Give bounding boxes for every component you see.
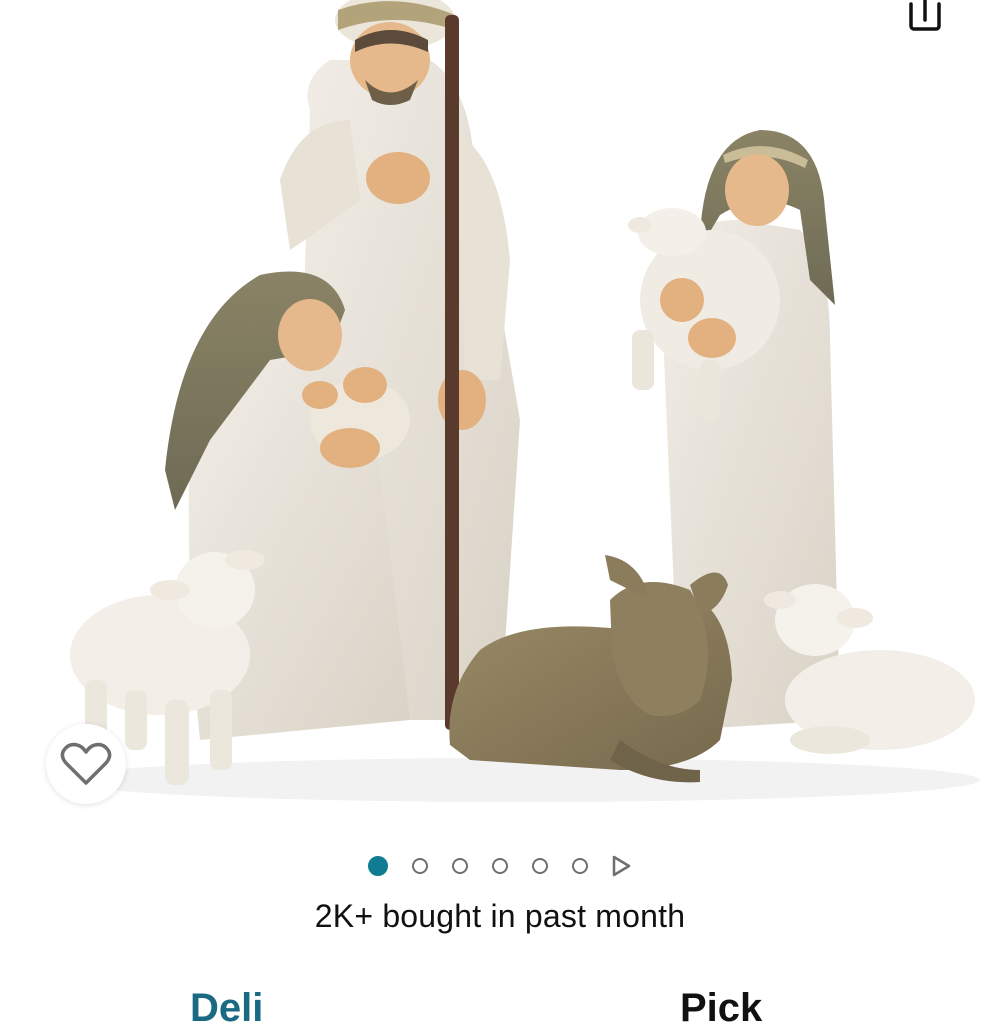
wishlist-button[interactable] <box>46 724 126 804</box>
carousel-dot-4[interactable] <box>492 858 508 874</box>
play-arrow-icon[interactable] <box>610 855 632 877</box>
product-image[interactable] <box>0 0 1000 820</box>
delivery-partial-label[interactable]: Deli <box>190 988 263 1028</box>
staff <box>445 15 459 730</box>
carousel-dot-1[interactable] <box>368 856 388 876</box>
pickup-partial-label[interactable]: Pick <box>680 988 762 1028</box>
carousel-dot-6[interactable] <box>572 858 588 874</box>
image-carousel-pager <box>0 850 1000 882</box>
carousel-dot-5[interactable] <box>532 858 548 874</box>
bought-in-past-month-text: 2K+ bought in past month <box>314 898 686 934</box>
carousel-dot-3[interactable] <box>452 858 468 874</box>
heart-outline-icon <box>60 742 112 785</box>
carousel-dot-2[interactable] <box>412 858 428 874</box>
